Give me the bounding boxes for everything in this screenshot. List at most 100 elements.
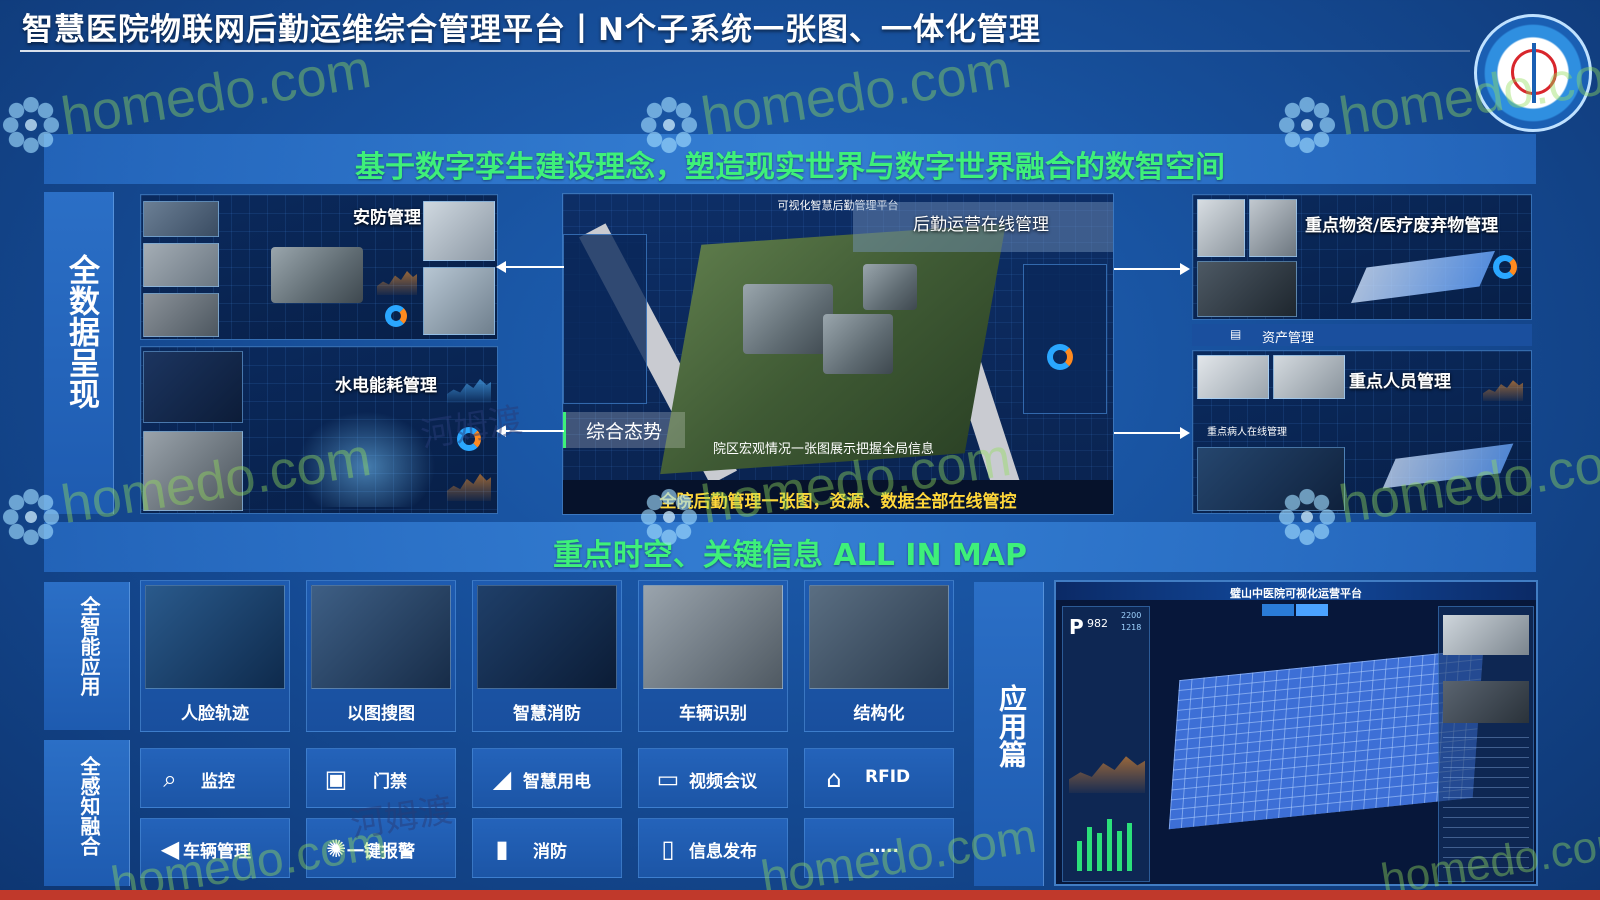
sense-access[interactable]: ▣ 门禁 — [306, 748, 456, 808]
logistics-online-title: 后勤运营在线管理 — [913, 215, 1049, 235]
personnel-thumb-3 — [1197, 447, 1345, 511]
security-thumb-4 — [423, 201, 495, 261]
band-digital-twin-text: 基于数字孪生建设理念，塑造现实世界与数字世界融合的数智空间 — [355, 150, 1225, 185]
panel-energy[interactable]: 水电能耗管理 — [140, 346, 498, 514]
arrow-head-personnel — [1180, 427, 1190, 439]
sense-electric[interactable]: ◢ 智慧用电 — [472, 748, 622, 808]
panel-personnel[interactable]: 重点病人在线管理 重点人员管理 — [1192, 350, 1532, 514]
center-footer: 全院后勤管理一张图，资源、数据全部在线管控 — [563, 480, 1113, 514]
map-building-3 — [863, 264, 917, 310]
dash-bar-2 — [1087, 827, 1092, 871]
dash-bar-6 — [1127, 823, 1132, 871]
app-structured-label: 结构化 — [853, 704, 905, 724]
asset-bar[interactable]: ▤ 资产管理 — [1192, 324, 1532, 346]
logo-staff — [1532, 43, 1536, 103]
arrow-head-security — [496, 261, 506, 273]
sense-alarm[interactable]: ✺ 一键报警 — [306, 818, 456, 878]
dash-area-chart — [1069, 756, 1145, 793]
app-vehicle-recognition[interactable]: 车辆识别 — [638, 580, 788, 732]
energy-thumb-2 — [143, 431, 243, 511]
band-all-in-map-text: 重点时空、关键信息 ALL IN MAP — [552, 538, 1028, 573]
security-thumb-1 — [143, 201, 219, 237]
camera-icon: ⌕ — [163, 765, 177, 793]
sense-rfid-label: RFID — [865, 767, 911, 787]
panel-security[interactable]: 安防管理 — [140, 194, 498, 340]
vehicle-icon: ◀ — [160, 835, 180, 863]
map-right-stats — [1023, 264, 1107, 414]
title-bar: 智慧医院物联网后勤运维综合管理平台丨N个子系统一张图、一体化管理 — [0, 0, 1600, 52]
dash-bar-3 — [1097, 833, 1102, 871]
face-track-icon — [145, 585, 285, 689]
panel-energy-title: 水电能耗管理 — [335, 376, 437, 396]
sense-rfid[interactable]: ⌂ RFID — [804, 748, 954, 808]
sense-access-label: 门禁 — [373, 772, 407, 792]
sense-camera[interactable]: ⌕ 监控 — [140, 748, 290, 808]
sense-video-conference-label: 视频会议 — [689, 772, 757, 792]
waste-thumb-3 — [1197, 261, 1297, 317]
title-divider — [20, 50, 1470, 52]
sense-video-conference[interactable]: ▭ 视频会议 — [638, 748, 788, 808]
map-left-stats — [563, 234, 647, 404]
dash-floorplan — [1168, 648, 1484, 830]
sense-fire-label: 消防 — [533, 842, 567, 862]
band-all-in-map: 重点时空、关键信息 ALL IN MAP — [44, 522, 1536, 573]
vehicle-recognition-icon — [643, 585, 783, 689]
map-donut-chart — [1047, 344, 1073, 370]
security-thumb-3 — [143, 293, 219, 337]
band-digital-twin: 基于数字孪生建设理念，塑造现实世界与数字世界融合的数智空间 — [44, 134, 1536, 185]
overview-label: 综合态势 — [586, 421, 663, 443]
operations-dashboard[interactable]: 璧山中医院可视化运营平台 P 982 2200 1218 — [1054, 580, 1538, 886]
parking-total: 2200 — [1121, 611, 1142, 620]
panel-waste-title: 重点物资/医疗废弃物管理 — [1305, 216, 1499, 236]
sense-camera-label: 监控 — [201, 772, 235, 792]
parking-used: 1218 — [1121, 623, 1142, 632]
arrow-head-energy — [496, 425, 506, 437]
personnel-thumb-2 — [1273, 355, 1345, 399]
arrow-to-personnel — [1114, 432, 1184, 434]
asset-label: 资产管理 — [1262, 331, 1315, 346]
patient-online-label: 重点病人在线管理 — [1207, 427, 1287, 438]
center-footer-text: 全院后勤管理一张图，资源、数据全部在线管控 — [659, 492, 1017, 512]
security-thumb-2 — [143, 243, 219, 287]
energy-donut-chart — [457, 427, 481, 451]
security-donut-chart — [385, 305, 407, 327]
map-building-1 — [743, 284, 833, 354]
fire-control-icon — [477, 585, 617, 689]
sense-fire[interactable]: ▮ 消防 — [472, 818, 622, 878]
app-image-search[interactable]: 以图搜图 — [306, 580, 456, 732]
sensing-label-box: 全感知融合 — [44, 740, 130, 886]
watermark-text: homedo.com — [697, 38, 1015, 148]
watermark-text: homedo.com — [57, 38, 375, 148]
waste-thumb-2 — [1249, 199, 1297, 257]
panel-waste[interactable]: 重点物资/医疗废弃物管理 — [1192, 194, 1532, 320]
access-card-icon: ▣ — [324, 765, 348, 793]
app-structured[interactable]: 结构化 — [804, 580, 954, 732]
application-label: 应用篇 — [995, 684, 1028, 768]
sense-vehicle[interactable]: ◀ 车辆管理 — [140, 818, 290, 878]
dash-left-column: P 982 2200 1218 — [1062, 606, 1150, 882]
panel-center-map[interactable]: 可视化智慧后勤管理平台 后勤运营在线管理 院区宏观情况一张图展示把握全局信息 全… — [562, 193, 1114, 515]
bottom-strip — [0, 890, 1600, 900]
sense-alarm-label: 一键报警 — [347, 842, 415, 862]
personnel-thumb-1 — [1197, 355, 1269, 399]
arrow-head-waste — [1180, 263, 1190, 275]
full-data-label-box: 全数据呈现 — [44, 192, 114, 514]
app-image-search-label: 以图搜图 — [347, 704, 415, 724]
app-face-track[interactable]: 人脸轨迹 — [140, 580, 290, 732]
app-fire-control[interactable]: 智慧消防 — [472, 580, 622, 732]
sense-more[interactable]: ….. — [804, 818, 954, 878]
dash-right-column — [1438, 606, 1534, 882]
dash-tab-2[interactable] — [1296, 604, 1328, 616]
video-conference-icon: ▭ — [656, 765, 680, 793]
map-building-2 — [823, 314, 893, 374]
overview-button[interactable]: 综合态势 — [563, 412, 685, 448]
page-title: 智慧医院物联网后勤运维综合管理平台丨N个子系统一张图、一体化管理 — [22, 12, 1041, 48]
dash-bar-4 — [1107, 819, 1112, 871]
sense-info[interactable]: ▯ 信息发布 — [638, 818, 788, 878]
security-thumb-5 — [423, 267, 495, 335]
arrow-to-security — [502, 266, 564, 268]
dash-log-table — [1443, 737, 1529, 877]
image-search-icon — [311, 585, 451, 689]
electric-icon: ◢ — [492, 765, 512, 793]
dash-tab-1[interactable] — [1262, 604, 1294, 616]
